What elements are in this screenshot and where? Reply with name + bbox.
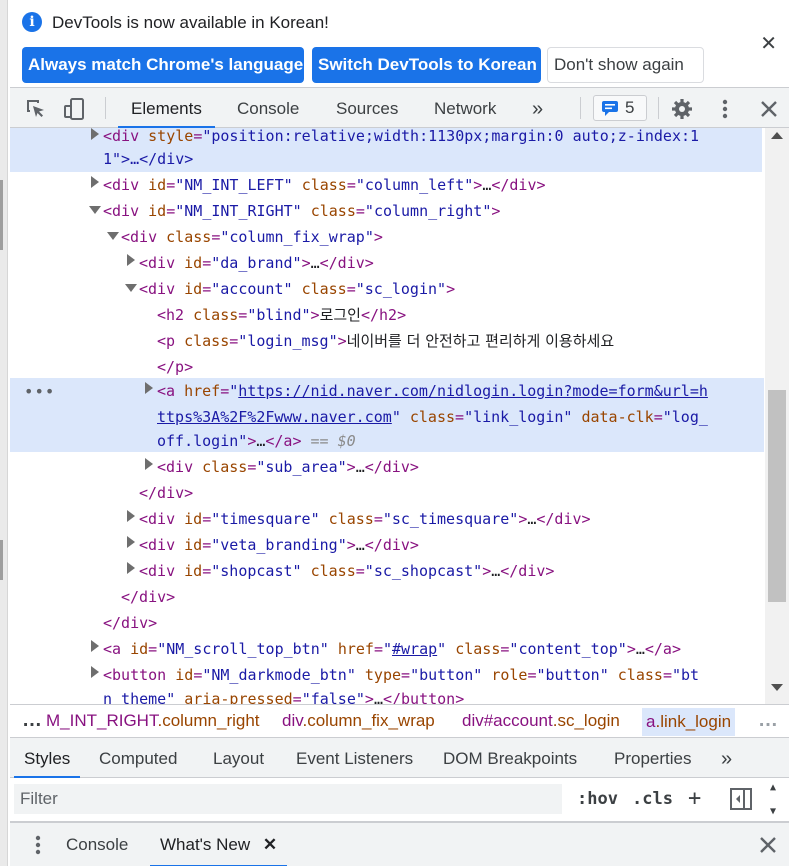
issues-message-icon — [602, 101, 618, 116]
expand-arrow-icon[interactable] — [127, 254, 135, 266]
sidebar-tabs: Styles Computed Layout Event Listeners D… — [10, 738, 789, 778]
collapse-arrow-icon[interactable] — [107, 232, 119, 240]
tree-node-nm-int-right-close[interactable]: </div> — [103, 610, 157, 636]
toolbar-divider — [658, 97, 659, 119]
toolbar-divider — [105, 97, 106, 119]
tab-computed[interactable]: Computed — [99, 738, 177, 778]
issues-counter-button[interactable]: 5 — [593, 95, 647, 121]
expand-arrow-icon[interactable] — [91, 640, 99, 652]
expand-arrow-icon[interactable] — [127, 562, 135, 574]
tree-node-account-close[interactable]: </div> — [139, 480, 193, 506]
tree-node-p-close[interactable]: </p> — [157, 354, 193, 380]
styles-filter-input[interactable] — [14, 784, 562, 814]
page-edge-stripe — [0, 180, 3, 250]
devtools-window: i DevTools is now available in Korean! ✕… — [0, 0, 789, 866]
tab-sources[interactable]: Sources — [336, 88, 398, 128]
new-style-rule-plus-icon[interactable]: + — [688, 786, 701, 811]
more-tabs-chevron-icon[interactable]: » — [532, 88, 543, 128]
tab-event-listeners[interactable]: Event Listeners — [296, 738, 413, 778]
drawer-tab-whats-new-label: What's New — [160, 835, 251, 854]
page-edge — [0, 0, 8, 866]
scroll-down-arrow-icon[interactable] — [771, 684, 783, 691]
filter-scroll-arrows-icon[interactable]: ▲ ▼ — [770, 782, 776, 818]
tree-node-column-fix-wrap[interactable]: <div class="column_fix_wrap"> — [121, 224, 383, 250]
styles-filter-bar: :hov .cls + ▲▼ — [10, 778, 789, 822]
inspect-element-icon[interactable] — [24, 97, 48, 121]
breadcrumb: … M_INT_RIGHT.column_right div.column_fi… — [10, 704, 789, 738]
tree-node-veta-branding[interactable]: <div id="veta_branding">…</div> — [139, 532, 419, 558]
tree-node-nm-int-left[interactable]: <div id="NM_INT_LEFT" class="column_left… — [103, 172, 546, 198]
close-drawer-icon[interactable] — [756, 833, 780, 857]
scroll-up-arrow-icon[interactable] — [771, 132, 783, 139]
tab-console[interactable]: Console — [237, 88, 299, 128]
tab-properties[interactable]: Properties — [614, 738, 691, 778]
main-toolbar: Elements Console Sources Network » 5 — [10, 88, 789, 128]
tab-dom-breakpoints[interactable]: DOM Breakpoints — [443, 738, 577, 778]
language-infobar: i DevTools is now available in Korean! ✕… — [10, 0, 789, 88]
expand-arrow-icon[interactable] — [91, 128, 99, 140]
tree-node-shopcast[interactable]: <div id="shopcast" class="sc_shopcast">…… — [139, 558, 554, 584]
toolbar-divider — [580, 97, 581, 119]
drawer-toolbar: Console What's New ✕ — [10, 822, 789, 866]
elements-tree[interactable]: <div style="position:relative;width:1130… — [10, 128, 764, 704]
collapse-arrow-icon[interactable] — [125, 284, 137, 292]
more-options-kebab-icon[interactable] — [713, 97, 737, 121]
collapse-arrow-icon[interactable] — [89, 206, 101, 214]
tree-node-darkmode-btn[interactable]: <button id="NM_darkmode_btn" type="butto… — [103, 662, 699, 688]
expand-arrow-icon[interactable] — [145, 458, 153, 470]
elements-scrollbar[interactable] — [765, 128, 789, 704]
tab-elements[interactable]: Elements — [118, 88, 215, 128]
tree-node-nm-int-right[interactable]: <div id="NM_INT_RIGHT" class="column_rig… — [103, 198, 500, 224]
tree-node-p[interactable]: <p class="login_msg">네이버를 더 안전하고 편리하게 이용… — [157, 328, 614, 354]
breadcrumb-overflow-icon[interactable]: … — [22, 709, 42, 732]
tab-styles[interactable]: Styles — [14, 738, 81, 778]
tree-node-sub-area[interactable]: <div class="sub_area">…</div> — [157, 454, 419, 480]
breadcrumb-item-nm-int-right[interactable]: M_INT_RIGHT.column_right — [46, 711, 260, 731]
breadcrumb-item-column-fix-wrap[interactable]: div.column_fix_wrap — [282, 711, 435, 731]
scrollbar-thumb[interactable] — [768, 390, 786, 602]
always-match-language-button[interactable]: Always match Chrome's language — [22, 47, 304, 83]
expand-arrow-icon[interactable] — [127, 510, 135, 522]
issues-count: 5 — [625, 98, 635, 117]
device-toolbar-icon[interactable] — [62, 97, 86, 121]
node-actions-ellipsis-icon[interactable]: ••• — [24, 382, 55, 401]
class-toggle[interactable]: .cls — [632, 789, 673, 809]
expand-arrow-icon[interactable] — [127, 536, 135, 548]
infobar-message: DevTools is now available in Korean! — [52, 13, 329, 32]
more-sidebar-tabs-chevron-icon[interactable]: » — [721, 738, 732, 778]
drawer-menu-kebab-icon[interactable] — [26, 833, 50, 857]
tree-node-da-brand[interactable]: <div id="da_brand">…</div> — [139, 250, 374, 276]
tree-node-account[interactable]: <div id="account" class="sc_login"> — [139, 276, 455, 302]
hover-state-toggle[interactable]: :hov — [577, 789, 618, 809]
tree-node-link-login-cont2[interactable]: off.login">…</a> == $0 — [157, 428, 356, 454]
switch-to-korean-button[interactable]: Switch DevTools to Korean — [312, 47, 541, 83]
tree-node-h2[interactable]: <h2 class="blind">로그인</h2> — [157, 302, 406, 328]
breadcrumb-item-account[interactable]: div#account.sc_login — [462, 711, 620, 731]
tree-node-scroll-top-btn[interactable]: <a id="NM_scroll_top_btn" href="#wrap" c… — [103, 636, 681, 662]
tree-node-darkmode-btn-cont[interactable]: n_theme" aria-pressed="false">…</button> — [103, 686, 464, 704]
tree-node-link-login[interactable]: <a href="https://nid.naver.com/nidlogin.… — [157, 378, 708, 404]
tree-node-timesquare[interactable]: <div id="timesquare" class="sc_timesquar… — [139, 506, 591, 532]
tree-node-link-login-cont[interactable]: ttps%3A%2F%2Fwww.naver.com" class="link_… — [157, 404, 708, 430]
dont-show-again-button[interactable]: Don't show again — [547, 47, 704, 83]
expand-arrow-icon[interactable] — [91, 176, 99, 188]
expand-arrow-icon[interactable] — [91, 666, 99, 678]
tab-network[interactable]: Network — [434, 88, 496, 128]
close-devtools-icon[interactable] — [757, 97, 781, 121]
close-tab-icon[interactable]: ✕ — [263, 835, 277, 854]
breadcrumb-overflow-right-icon[interactable]: … — [758, 709, 778, 732]
expand-arrow-icon[interactable] — [145, 382, 153, 394]
drawer-tab-console[interactable]: Console — [66, 823, 128, 866]
tree-node-column-fix-wrap-close[interactable]: </div> — [121, 584, 175, 610]
info-icon: i — [22, 12, 42, 32]
tab-layout[interactable]: Layout — [213, 738, 264, 778]
drawer-tab-whats-new[interactable]: What's New ✕ — [150, 823, 288, 866]
tree-node-div-cont: 1">…</div> — [103, 150, 194, 168]
page-edge-stripe — [0, 540, 3, 580]
toggle-computed-sidebar-icon[interactable] — [730, 788, 752, 815]
breadcrumb-item-link-login[interactable]: a.link_login — [642, 708, 736, 736]
settings-gear-icon[interactable] — [670, 97, 694, 121]
close-icon[interactable]: ✕ — [760, 31, 777, 56]
